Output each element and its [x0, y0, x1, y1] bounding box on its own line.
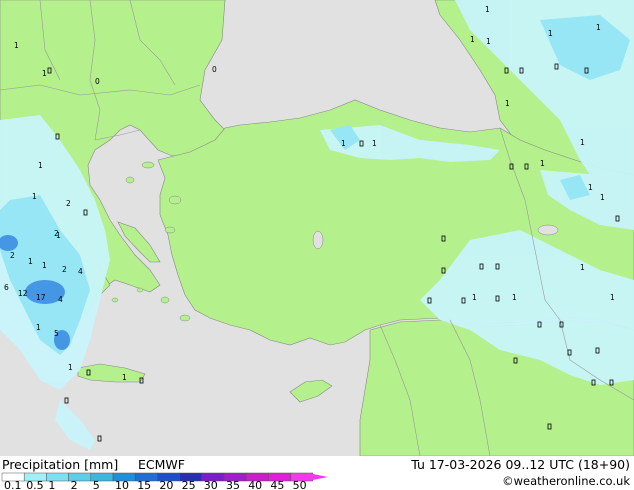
- svg-text:5: 5: [54, 329, 59, 338]
- svg-text:1: 1: [512, 293, 517, 302]
- map-footer: 0.1 0.5 1 2 5 10 15 20 25 30 35 40 45 50 Precipitatio…: [0, 456, 634, 490]
- legend-tick-label: 35: [226, 479, 240, 490]
- map-canvas: 1 1 1 1 1 1 1 1 1 1 1 1 1 1 1 1 1 1 1 1 …: [0, 0, 634, 457]
- legend-tick-label: 20: [159, 479, 173, 490]
- svg-text:1: 1: [14, 41, 19, 50]
- svg-text:1: 1: [505, 99, 510, 108]
- svg-text:0: 0: [212, 65, 217, 74]
- svg-text:1: 1: [38, 161, 43, 170]
- svg-text:2: 2: [10, 251, 15, 260]
- legend-tick-label: 0.1: [4, 479, 22, 490]
- svg-text:1: 1: [486, 37, 491, 46]
- svg-text:1: 1: [42, 261, 47, 270]
- svg-text:1: 1: [610, 293, 615, 302]
- lake-van: [537, 224, 559, 236]
- precipitation-map: 1 1 1 1 1 1 1 1 1 1 1 1 1 1 1 1 1 1 1 1 …: [0, 0, 634, 457]
- legend-tick-label: 25: [182, 479, 196, 490]
- svg-text:0: 0: [95, 77, 100, 86]
- svg-text:1: 1: [540, 159, 545, 168]
- svg-text:1: 1: [42, 69, 47, 78]
- legend-tick-label: 10: [115, 479, 129, 490]
- svg-text:2: 2: [66, 199, 71, 208]
- svg-text:2: 2: [54, 229, 59, 238]
- legend-tick-label: 1: [48, 479, 55, 490]
- svg-text:1: 1: [470, 35, 475, 44]
- svg-text:1: 1: [341, 139, 346, 148]
- legend-tick-label: 15: [137, 479, 151, 490]
- svg-text:4: 4: [58, 295, 63, 304]
- legend-arrow: [308, 473, 328, 481]
- precipitation-title: Precipitation [mm]: [2, 457, 119, 472]
- svg-text:1: 1: [28, 257, 33, 266]
- svg-text:1: 1: [600, 193, 605, 202]
- svg-text:1: 1: [580, 263, 585, 272]
- svg-text:1: 1: [32, 192, 37, 201]
- svg-text:2: 2: [62, 265, 67, 274]
- credit-link[interactable]: ©weatheronline.co.uk: [502, 474, 630, 488]
- legend-tick-label: 5: [93, 479, 100, 490]
- legend-tick-label: 50: [293, 479, 307, 490]
- svg-text:17: 17: [36, 293, 46, 302]
- svg-text:1: 1: [372, 139, 377, 148]
- svg-text:1: 1: [580, 138, 585, 147]
- legend-tick-label: 40: [248, 479, 262, 490]
- legend-tick-label: 2: [71, 479, 78, 490]
- svg-text:1: 1: [485, 5, 490, 14]
- svg-text:4: 4: [78, 267, 83, 276]
- svg-text:6: 6: [4, 283, 9, 292]
- legend-tick-label: 0.5: [26, 479, 44, 490]
- legend-tick-label: 30: [204, 479, 218, 490]
- valid-datetime: Tu 17-03-2026 09..12 UTC (18+90): [411, 457, 630, 472]
- svg-text:12: 12: [18, 289, 28, 298]
- legend-tick-label: 45: [270, 479, 284, 490]
- svg-text:1: 1: [68, 363, 73, 372]
- svg-text:1: 1: [588, 183, 593, 192]
- model-name: ECMWF: [138, 457, 185, 472]
- svg-text:1: 1: [596, 23, 601, 32]
- svg-text:1: 1: [548, 29, 553, 38]
- svg-text:1: 1: [36, 323, 41, 332]
- svg-text:1: 1: [122, 373, 127, 382]
- lake-tuz: [312, 230, 324, 250]
- svg-text:1: 1: [472, 293, 477, 302]
